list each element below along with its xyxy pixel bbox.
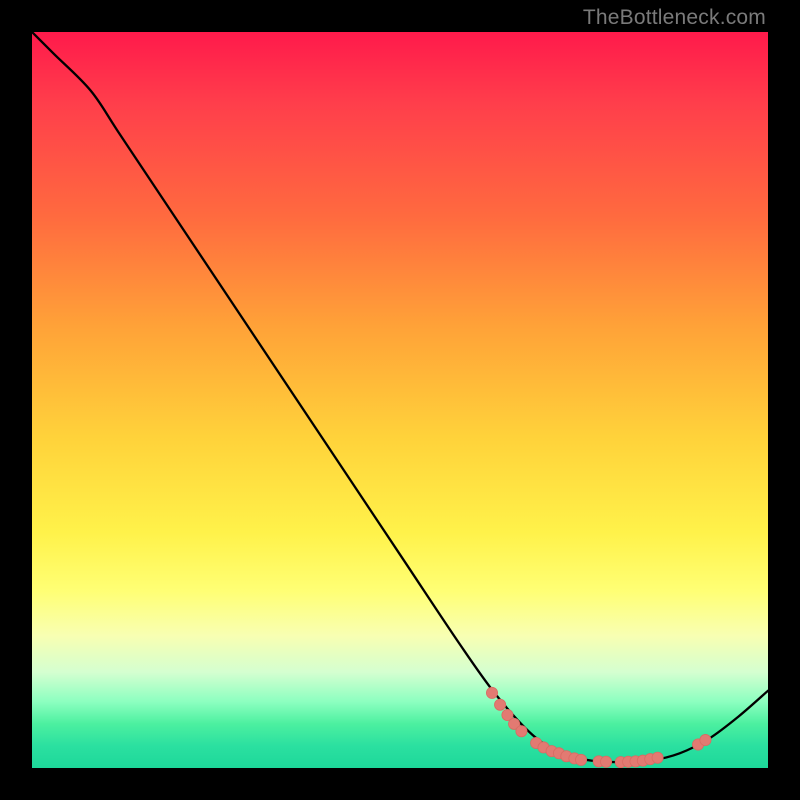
data-dot bbox=[600, 756, 611, 767]
data-dot bbox=[575, 754, 586, 765]
plot-area bbox=[32, 32, 768, 768]
curve-layer bbox=[32, 32, 768, 768]
chart-frame: TheBottleneck.com bbox=[0, 0, 800, 800]
data-dot bbox=[652, 752, 663, 763]
bottleneck-curve bbox=[32, 32, 768, 762]
watermark-text: TheBottleneck.com bbox=[583, 6, 766, 30]
data-dot bbox=[516, 726, 527, 737]
data-dot bbox=[700, 734, 711, 745]
data-dot bbox=[486, 687, 497, 698]
data-dot bbox=[494, 699, 505, 710]
data-dots bbox=[486, 687, 711, 767]
